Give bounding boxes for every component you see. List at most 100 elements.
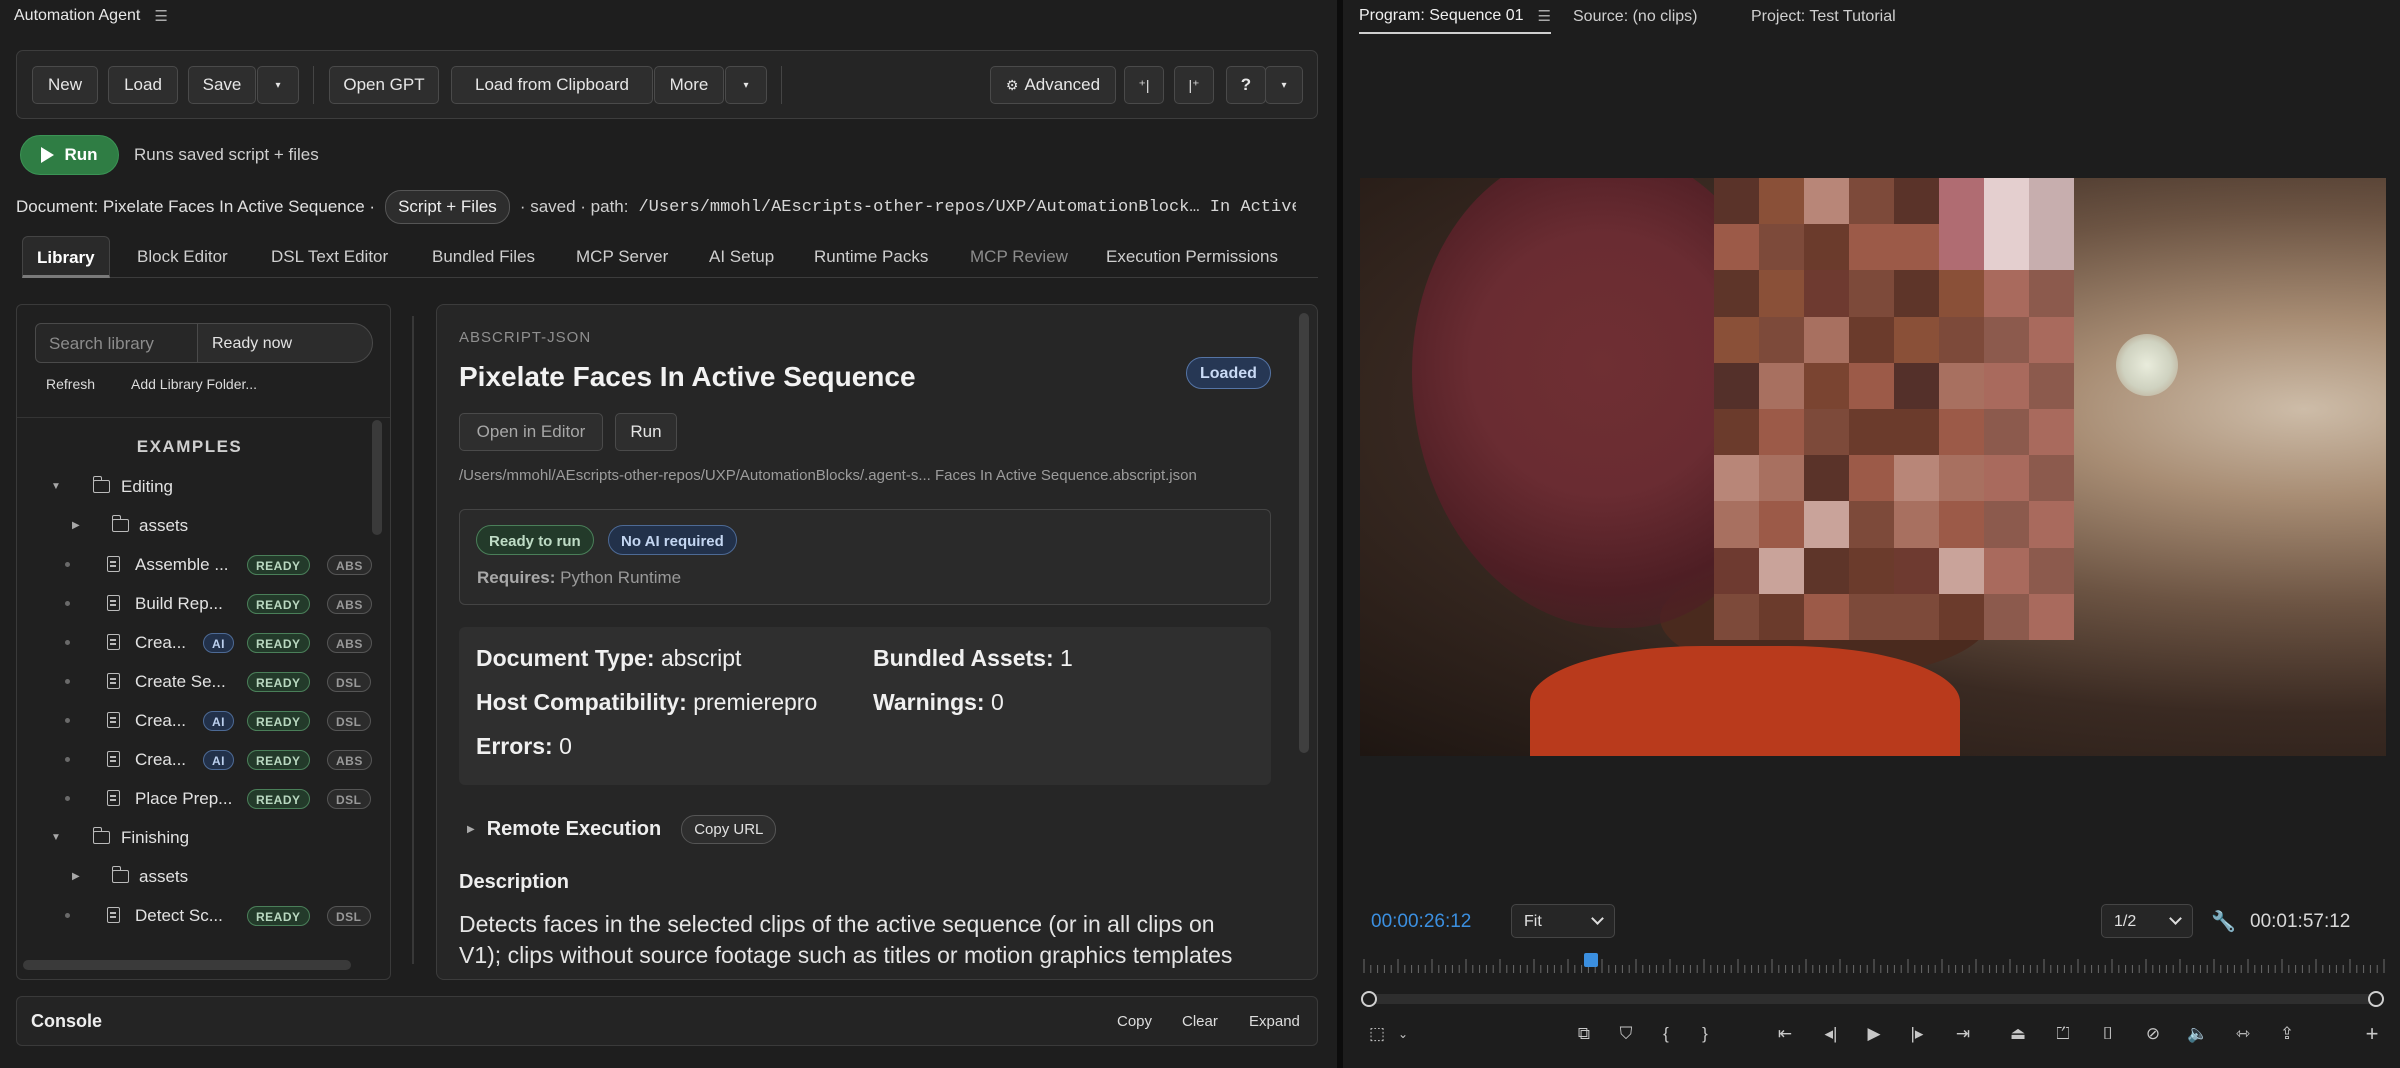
- more-button[interactable]: More: [654, 66, 724, 104]
- extract-icon[interactable]: ⏍: [2051, 1022, 2075, 1046]
- play-icon[interactable]: ▶: [1862, 1022, 1886, 1046]
- wrench-icon[interactable]: 🔧: [2211, 909, 2236, 934]
- tree-item[interactable]: Crea... AI READY DSL: [17, 703, 371, 739]
- mosaic-cell: [1714, 316, 1759, 363]
- mosaic-cell: [1849, 501, 1894, 548]
- mode-badge[interactable]: Script + Files: [385, 190, 510, 224]
- tree-item[interactable]: Detect Sc... READY DSL: [17, 898, 371, 934]
- tab-mcp-review[interactable]: MCP Review: [970, 236, 1068, 278]
- open-gpt-button[interactable]: Open GPT: [329, 66, 439, 104]
- collapse-left-icon[interactable]: ⁺|: [1124, 66, 1164, 104]
- extract-frame-icon[interactable]: ⧉: [1572, 1022, 1596, 1046]
- tab-project[interactable]: Project: Test Tutorial: [1751, 2, 1896, 32]
- help-dropdown-icon[interactable]: ▾: [1265, 66, 1303, 104]
- ready-filter[interactable]: Ready now: [197, 323, 373, 363]
- load-button[interactable]: Load: [108, 66, 178, 104]
- scrub-bar[interactable]: [1368, 994, 2378, 1004]
- run-button[interactable]: Run: [20, 135, 119, 175]
- resolution-select[interactable]: 1/2: [2101, 904, 2193, 938]
- tree-item[interactable]: Crea... AI READY ABS: [17, 742, 372, 778]
- tab-block-editor[interactable]: Block Editor: [137, 236, 228, 278]
- tab-ai-setup[interactable]: AI Setup: [709, 236, 774, 278]
- console-copy-button[interactable]: Copy: [1117, 1013, 1152, 1030]
- fit-width-icon[interactable]: ⇿: [2231, 1022, 2255, 1046]
- step-forward-icon[interactable]: |▸: [1905, 1022, 1929, 1046]
- go-to-in-icon[interactable]: ⇤: [1773, 1022, 1797, 1046]
- volume-icon[interactable]: 🔈: [2186, 1022, 2210, 1046]
- step-back-icon[interactable]: ◂|: [1819, 1022, 1843, 1046]
- save-button[interactable]: Save: [188, 66, 256, 104]
- marker-icon[interactable]: ⛉: [1614, 1022, 1638, 1046]
- tree-label: assets: [139, 516, 189, 535]
- more-options-dropdown-icon[interactable]: ▾: [725, 66, 767, 104]
- program-video-frame[interactable]: [1360, 178, 2386, 756]
- add-library-folder-button[interactable]: Add Library Folder...: [131, 376, 257, 392]
- go-to-out-icon[interactable]: ⇥: [1951, 1022, 1975, 1046]
- tree-item[interactable]: Assemble ... READY ABS: [17, 547, 372, 583]
- collapse-right-icon[interactable]: |⁺: [1174, 66, 1214, 104]
- detail-scrollbar[interactable]: [1299, 313, 1309, 753]
- tab-dsl-text-editor[interactable]: DSL Text Editor: [271, 236, 388, 278]
- export-frame-icon[interactable]: ⇪: [2275, 1022, 2299, 1046]
- tab-source[interactable]: Source: (no clips): [1573, 2, 1698, 32]
- tree-folder-assets[interactable]: ▶ assets: [17, 508, 369, 544]
- library-vertical-scrollbar[interactable]: [372, 420, 382, 535]
- detail-run-button[interactable]: Run: [615, 413, 677, 451]
- remote-execution-row[interactable]: ▶ Remote Execution Copy URL: [467, 815, 777, 844]
- tab-library[interactable]: Library: [22, 236, 110, 278]
- tree-item[interactable]: Create Se... READY DSL: [17, 664, 371, 700]
- tree-folder-finishing[interactable]: ▼ Finishing: [17, 820, 369, 856]
- mark-in-icon[interactable]: {: [1654, 1022, 1678, 1046]
- refresh-button[interactable]: Refresh: [46, 376, 95, 392]
- zoom-value: Fit: [1524, 913, 1542, 930]
- tree-folder-assets[interactable]: ▶ assets: [17, 859, 369, 895]
- chevron-down-icon[interactable]: ⌄: [1391, 1022, 1415, 1046]
- mosaic-cell: [1939, 178, 1984, 225]
- in-handle[interactable]: [1361, 991, 1377, 1007]
- gear-icon: ⚙: [1005, 76, 1019, 93]
- current-timecode[interactable]: 00:00:26:12: [1371, 911, 1471, 933]
- tab-mcp-server[interactable]: MCP Server: [576, 236, 668, 278]
- splitter-handle[interactable]: [412, 316, 414, 964]
- fact-warnings: Warnings: 0: [873, 689, 1004, 716]
- save-options-dropdown-icon[interactable]: ▾: [257, 66, 299, 104]
- console-expand-button[interactable]: Expand: [1249, 1013, 1300, 1030]
- caret-right-icon: ▶: [467, 824, 475, 835]
- mosaic-cell: [1714, 270, 1759, 317]
- tab-execution-permissions[interactable]: Execution Permissions: [1106, 236, 1278, 278]
- new-button[interactable]: New: [32, 66, 98, 104]
- console-clear-button[interactable]: Clear: [1182, 1013, 1218, 1030]
- copy-url-button[interactable]: Copy URL: [681, 815, 777, 844]
- tree-item[interactable]: Crea... AI READY ABS: [17, 625, 372, 661]
- camera-icon[interactable]: ⌷: [2096, 1022, 2120, 1046]
- tree-folder-editing[interactable]: ▼ Editing: [17, 469, 369, 505]
- panel-menu-icon[interactable]: ☰: [154, 9, 167, 24]
- time-ruler[interactable]: [1360, 953, 2386, 973]
- tab-program[interactable]: Program: Sequence 01 ☰: [1359, 0, 1551, 34]
- selection-tool-icon[interactable]: ⬚: [1365, 1022, 1389, 1046]
- save-status: · saved · path:: [519, 197, 629, 216]
- file-icon: [107, 634, 120, 650]
- program-menu-icon[interactable]: ☰: [1538, 9, 1551, 24]
- tree-item[interactable]: Place Prep... READY DSL: [17, 781, 371, 817]
- tab-bundled-files[interactable]: Bundled Files: [432, 236, 535, 278]
- help-button[interactable]: ?: [1226, 66, 1266, 104]
- mosaic-cell: [2029, 455, 2074, 502]
- mark-out-icon[interactable]: }: [1693, 1022, 1717, 1046]
- main-tabs: Library Block Editor DSL Text Editor Bun…: [22, 236, 1318, 278]
- load-from-clipboard-button[interactable]: Load from Clipboard: [451, 66, 653, 104]
- file-icon: [107, 751, 120, 767]
- out-handle[interactable]: [2368, 991, 2384, 1007]
- file-icon: [107, 595, 120, 611]
- lift-icon[interactable]: ⏏: [2006, 1022, 2030, 1046]
- playhead-marker[interactable]: [1583, 953, 1598, 967]
- comparison-view-icon[interactable]: ⊘: [2141, 1022, 2165, 1046]
- open-in-editor-button[interactable]: Open in Editor: [459, 413, 603, 451]
- zoom-select[interactable]: Fit: [1511, 904, 1615, 938]
- add-button-icon[interactable]: +: [2360, 1021, 2384, 1046]
- advanced-button[interactable]: ⚙ Advanced: [990, 66, 1116, 104]
- library-horizontal-scrollbar[interactable]: [23, 960, 351, 970]
- search-input[interactable]: Search library: [35, 323, 199, 363]
- tab-runtime-packs[interactable]: Runtime Packs: [814, 236, 928, 278]
- tree-item[interactable]: Build Rep... READY ABS: [17, 586, 372, 622]
